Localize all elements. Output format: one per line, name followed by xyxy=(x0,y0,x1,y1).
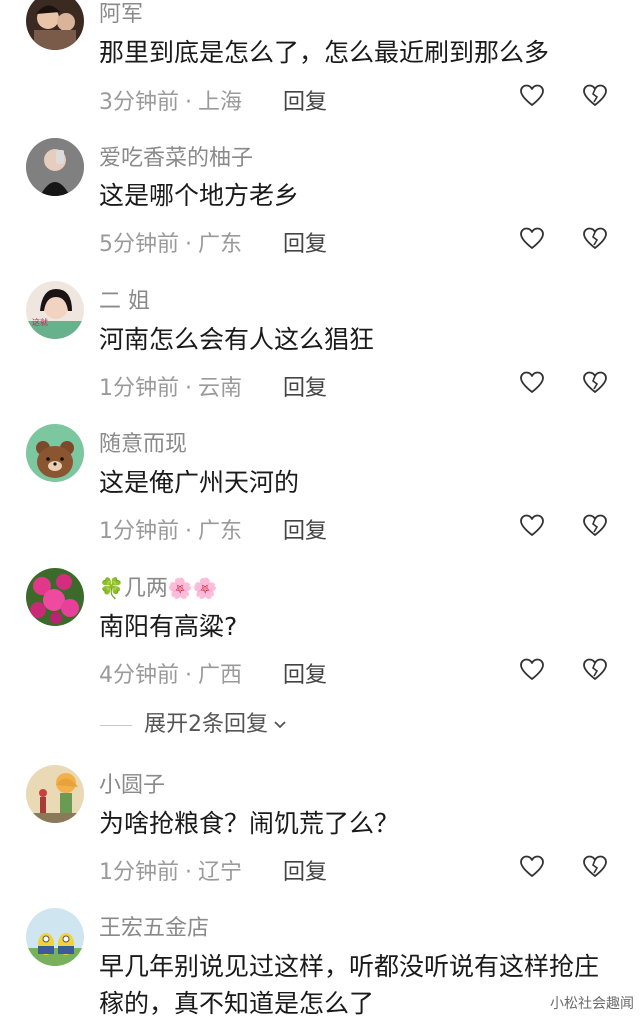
comment-text: 南阳有高粱? xyxy=(99,612,238,641)
avatar[interactable] xyxy=(26,908,84,966)
comment-meta: 1分钟前 · 云南 xyxy=(99,370,242,402)
dislike-icon[interactable] xyxy=(582,854,608,880)
flower-icon: 🌸 xyxy=(192,576,218,600)
comment-text: 早几年别说见过这样，听都没听说有这样抢庄稼的，真不知道是怎么了 xyxy=(99,952,600,1018)
comment-text: 这是俺广州天河的 xyxy=(99,468,300,497)
username[interactable]: 🍀几两🌸🌸 xyxy=(99,570,218,602)
comment-location: 广西 xyxy=(198,663,243,688)
like-icon[interactable] xyxy=(519,513,545,539)
username[interactable]: 爱吃香菜的柚子 xyxy=(99,140,253,172)
comment-time: 1分钟前 xyxy=(99,376,179,401)
comment-location: 上海 xyxy=(198,90,243,115)
flower-icon: 🌸 xyxy=(167,576,193,600)
avatar[interactable] xyxy=(26,568,84,626)
like-icon[interactable] xyxy=(519,83,545,109)
username[interactable]: 小圆子 xyxy=(99,767,165,799)
comment-meta: 1分钟前 · 辽宁 xyxy=(99,854,242,886)
like-icon[interactable] xyxy=(519,370,545,396)
separator-dot: · xyxy=(185,90,192,115)
like-icon[interactable] xyxy=(519,226,545,252)
reply-button[interactable]: 回复 xyxy=(283,657,327,689)
dislike-icon[interactable] xyxy=(582,657,608,683)
reply-button[interactable]: 回复 xyxy=(283,84,327,116)
dislike-icon[interactable] xyxy=(582,83,608,109)
dislike-icon[interactable] xyxy=(582,226,608,252)
reply-button[interactable]: 回复 xyxy=(283,513,327,545)
comment-meta: 3分钟前 · 上海 xyxy=(99,84,242,116)
dislike-icon[interactable] xyxy=(582,513,608,539)
separator-dot: · xyxy=(185,376,192,401)
chevron-down-icon[interactable] xyxy=(272,713,288,738)
comment-time: 4分钟前 xyxy=(99,663,179,688)
like-icon[interactable] xyxy=(519,854,545,880)
comment-location: 辽宁 xyxy=(198,860,243,885)
avatar[interactable]: 这就 xyxy=(26,281,84,339)
expand-replies[interactable]: 展开2条回复 xyxy=(100,706,288,738)
comment-text: 那里到底是怎么了，怎么最近刷到那么多 xyxy=(99,38,550,67)
reply-button[interactable]: 回复 xyxy=(283,854,327,886)
username[interactable]: 二 姐 xyxy=(99,283,150,315)
avatar[interactable] xyxy=(26,765,84,823)
reply-button[interactable]: 回复 xyxy=(283,226,327,258)
dislike-icon[interactable] xyxy=(582,370,608,396)
comment-location: 云南 xyxy=(198,376,243,401)
comment-time: 5分钟前 xyxy=(99,232,179,257)
comment-meta: 1分钟前 · 广东 xyxy=(99,513,242,545)
clover-icon: 🍀 xyxy=(99,576,124,600)
watermark: 小松社会趣闻 xyxy=(550,996,634,1012)
username[interactable]: 阿军 xyxy=(99,0,143,28)
like-icon[interactable] xyxy=(519,657,545,683)
avatar[interactable] xyxy=(26,424,84,482)
comment-meta: 4分钟前 · 广西 xyxy=(99,657,242,689)
svg-text:这就: 这就 xyxy=(32,317,48,327)
comment-text: 这是哪个地方老乡 xyxy=(99,181,300,210)
separator-dot: · xyxy=(185,663,192,688)
reply-button[interactable]: 回复 xyxy=(283,370,327,402)
avatar[interactable] xyxy=(26,0,84,50)
comment-location: 广东 xyxy=(198,232,243,257)
comment-time: 1分钟前 xyxy=(99,519,179,544)
avatar[interactable] xyxy=(26,138,84,196)
expand-divider xyxy=(100,724,132,726)
username[interactable]: 随意而现 xyxy=(99,426,187,458)
username[interactable]: 王宏五金店 xyxy=(99,910,209,942)
comment-time: 3分钟前 xyxy=(99,90,179,115)
separator-dot: · xyxy=(185,860,192,885)
separator-dot: · xyxy=(185,232,192,257)
comment-meta: 5分钟前 · 广东 xyxy=(99,226,242,258)
comment-time: 1分钟前 xyxy=(99,860,179,885)
separator-dot: · xyxy=(185,519,192,544)
username-text: 几两 xyxy=(123,576,168,601)
expand-replies-label[interactable]: 展开2条回复 xyxy=(144,712,268,737)
comment-text: 河南怎么会有人这么猖狂 xyxy=(99,325,375,354)
comment-text: 为啥抢粮食？闹饥荒了么？ xyxy=(99,809,400,838)
comment-location: 广东 xyxy=(198,519,243,544)
